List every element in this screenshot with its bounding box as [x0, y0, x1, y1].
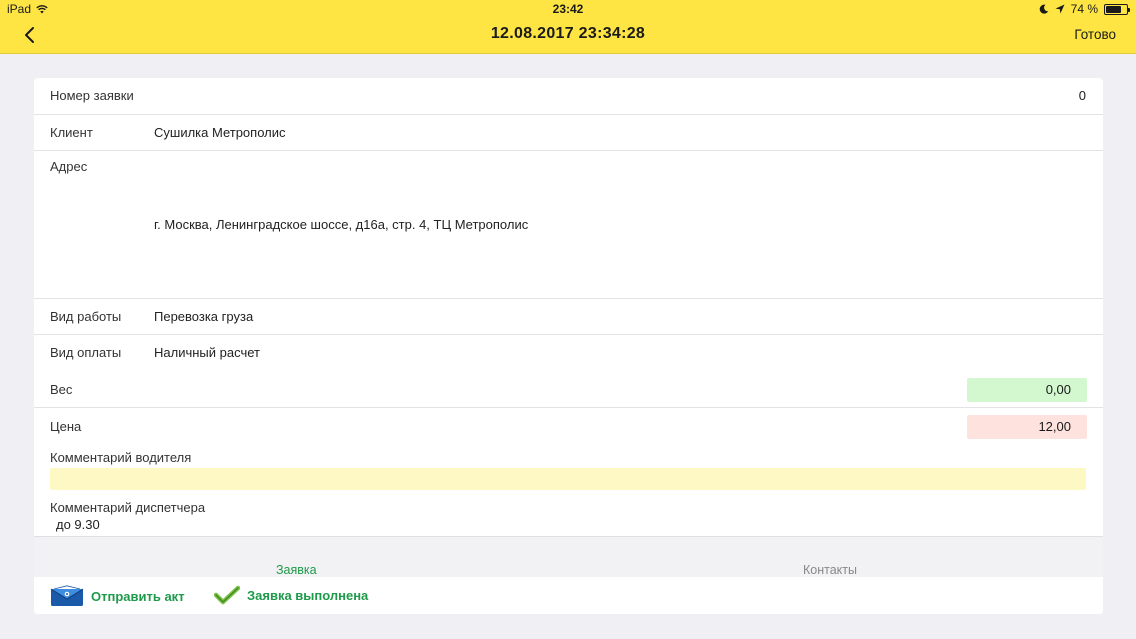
- nav-bar: 12.08.2017 23:34:28 Готово: [0, 18, 1136, 52]
- driver-comment-row: Комментарий водителя: [34, 444, 1103, 494]
- price-row: Цена 12,00: [34, 408, 1103, 444]
- order-number-value: 0: [1078, 88, 1086, 103]
- checkmark-icon: [214, 585, 240, 605]
- address-value: г. Москва, Ленинградское шоссе, д16а, ст…: [154, 217, 529, 232]
- status-right-group: 74 %: [1039, 2, 1130, 16]
- weight-row: Вес 0,00: [34, 371, 1103, 408]
- dispatcher-comment-value: до 9.30: [56, 517, 100, 532]
- order-done-button[interactable]: Заявка выполнена: [214, 585, 368, 605]
- work-type-row[interactable]: Вид работы Перевозка груза: [34, 299, 1103, 335]
- address-row[interactable]: Адрес г. Москва, Ленинградское шоссе, д1…: [34, 151, 1103, 299]
- payment-type-label: Вид оплаты: [50, 345, 122, 360]
- send-act-label: Отправить акт: [91, 588, 185, 604]
- battery-icon: [1104, 3, 1130, 15]
- dispatcher-comment-label: Комментарий диспетчера: [50, 500, 206, 515]
- payment-type-row[interactable]: Вид оплаты Наличный расчет: [34, 335, 1103, 371]
- work-type-label: Вид работы: [50, 309, 122, 324]
- client-value: Сушилка Метрополис: [154, 125, 286, 140]
- moon-icon: [1039, 4, 1048, 14]
- done-button[interactable]: Готово: [1074, 27, 1116, 42]
- battery-percent: 74 %: [1070, 2, 1098, 16]
- price-label: Цена: [50, 419, 82, 434]
- tab-order[interactable]: Заявка: [276, 563, 317, 577]
- order-card: Номер заявки 0 Клиент Сушилка Метрополис…: [34, 78, 1103, 614]
- battery-fill: [1106, 5, 1121, 13]
- weight-input[interactable]: 0,00: [967, 378, 1087, 402]
- address-label: Адрес: [50, 159, 88, 174]
- dispatcher-comment-row: Комментарий диспетчера до 9.30: [34, 494, 1103, 536]
- weight-label: Вес: [50, 382, 73, 397]
- client-row[interactable]: Клиент Сушилка Метрополис: [34, 115, 1103, 151]
- order-done-label: Заявка выполнена: [247, 587, 369, 603]
- status-time: 23:42: [552, 2, 584, 16]
- driver-comment-input[interactable]: [50, 468, 1086, 490]
- action-bar: Отправить акт Заявка выполнена: [34, 577, 1103, 614]
- tab-contacts[interactable]: Контакты: [803, 563, 857, 577]
- order-number-row: Номер заявки 0: [34, 78, 1103, 115]
- status-bar: iPad 23:42 74 %: [0, 0, 1136, 18]
- segmented-tabs: Заявка Контакты: [34, 536, 1103, 577]
- order-number-label: Номер заявки: [50, 88, 134, 103]
- payment-type-value: Наличный расчет: [154, 345, 260, 360]
- top-bar: iPad 23:42 74 % 12.08.2017 23:34:28 Гото…: [0, 0, 1136, 54]
- work-type-value: Перевозка груза: [154, 309, 254, 324]
- location-arrow-icon: [1055, 4, 1065, 14]
- page-title: 12.08.2017 23:34:28: [490, 25, 646, 42]
- client-label: Клиент: [50, 125, 93, 140]
- driver-comment-label: Комментарий водителя: [50, 450, 192, 465]
- price-input[interactable]: 12,00: [967, 415, 1087, 439]
- send-act-button[interactable]: Отправить акт: [50, 585, 185, 607]
- envelope-icon: [50, 585, 84, 606]
